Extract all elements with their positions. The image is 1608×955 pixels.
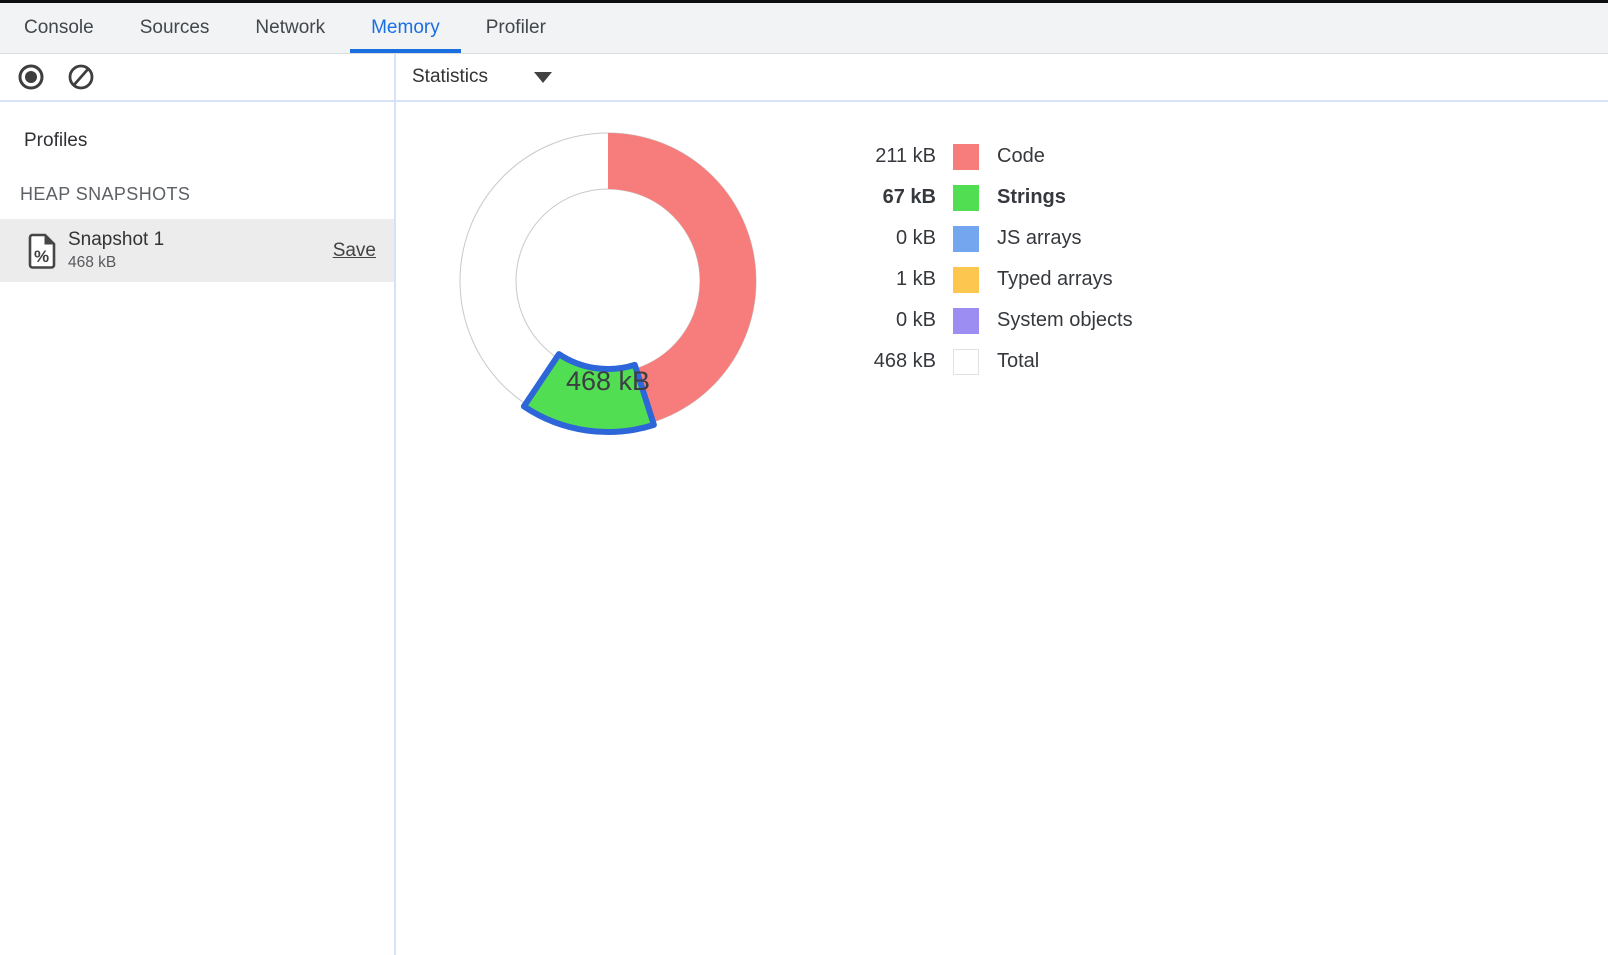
perspective-dropdown[interactable]: Statistics [412,66,552,88]
legend-label: Total [997,350,1039,373]
view-toolbar: Statistics [396,54,1608,100]
clear-profiles-button[interactable] [66,62,96,92]
donut-ring-outline [516,189,700,373]
heap-statistics-donut-chart [443,116,773,446]
memory-toolbar: Statistics [0,54,1608,102]
legend-value: 211 kB [858,145,936,168]
tab-profiler[interactable]: Profiler [465,3,567,53]
snapshot-size: 468 kB [68,254,164,271]
legend-swatch-typed-arrays [953,267,979,293]
record-heap-snapshot-button[interactable] [16,62,46,92]
block-icon [66,62,96,92]
legend-row-js-arrays[interactable]: 0 kB JS arrays [858,218,1133,259]
profiles-sidebar: Profiles HEAP SNAPSHOTS % Snapshot 1 468… [0,102,396,955]
legend-value: 468 kB [858,350,936,373]
legend-swatch-strings [953,185,979,211]
svg-text:%: % [34,247,49,266]
heap-snapshots-section-heading: HEAP SNAPSHOTS [20,184,394,205]
legend-label: Strings [997,186,1066,209]
snapshot-info: Snapshot 1 468 kB [68,230,164,271]
legend-row-strings[interactable]: 67 kB Strings [858,177,1133,218]
legend-swatch-total [953,349,979,375]
heap-snapshot-icon: % [28,233,56,269]
legend-label: Typed arrays [997,268,1113,291]
donut-slice-strings[interactable] [524,354,654,432]
legend-label: Code [997,145,1045,168]
legend-value: 67 kB [858,186,936,209]
legend-label: JS arrays [997,227,1081,250]
snapshot-list-item[interactable]: % Snapshot 1 468 kB Save [0,219,394,282]
legend-row-code[interactable]: 211 kB Code [858,136,1133,177]
perspective-dropdown-label: Statistics [412,66,488,88]
chevron-down-icon [534,72,552,83]
legend-value: 0 kB [858,309,936,332]
tab-memory[interactable]: Memory [350,3,461,53]
tab-console[interactable]: Console [3,3,115,53]
tab-network[interactable]: Network [234,3,346,53]
legend-label: System objects [997,309,1133,332]
tab-sources[interactable]: Sources [119,3,231,53]
legend-row-total[interactable]: 468 kB Total [858,341,1133,382]
chart-legend: 211 kB Code 67 kB Strings 0 kB JS arrays… [858,136,1133,382]
record-icon [16,62,46,92]
profiles-toolbar [0,54,396,100]
profiles-heading: Profiles [24,130,394,152]
legend-swatch-system-objects [953,308,979,334]
legend-row-typed-arrays[interactable]: 1 kB Typed arrays [858,259,1133,300]
legend-value: 0 kB [858,227,936,250]
snapshot-title: Snapshot 1 [68,230,164,251]
statistics-panel: 468 kB 211 kB Code 67 kB Strings 0 kB JS… [396,102,1608,955]
legend-value: 1 kB [858,268,936,291]
legend-row-system-objects[interactable]: 0 kB System objects [858,300,1133,341]
content-area: Profiles HEAP SNAPSHOTS % Snapshot 1 468… [0,102,1608,955]
legend-swatch-code [953,144,979,170]
save-snapshot-link[interactable]: Save [333,240,376,262]
devtools-tabbar: Console Sources Network Memory Profiler [0,3,1608,54]
legend-swatch-js-arrays [953,226,979,252]
